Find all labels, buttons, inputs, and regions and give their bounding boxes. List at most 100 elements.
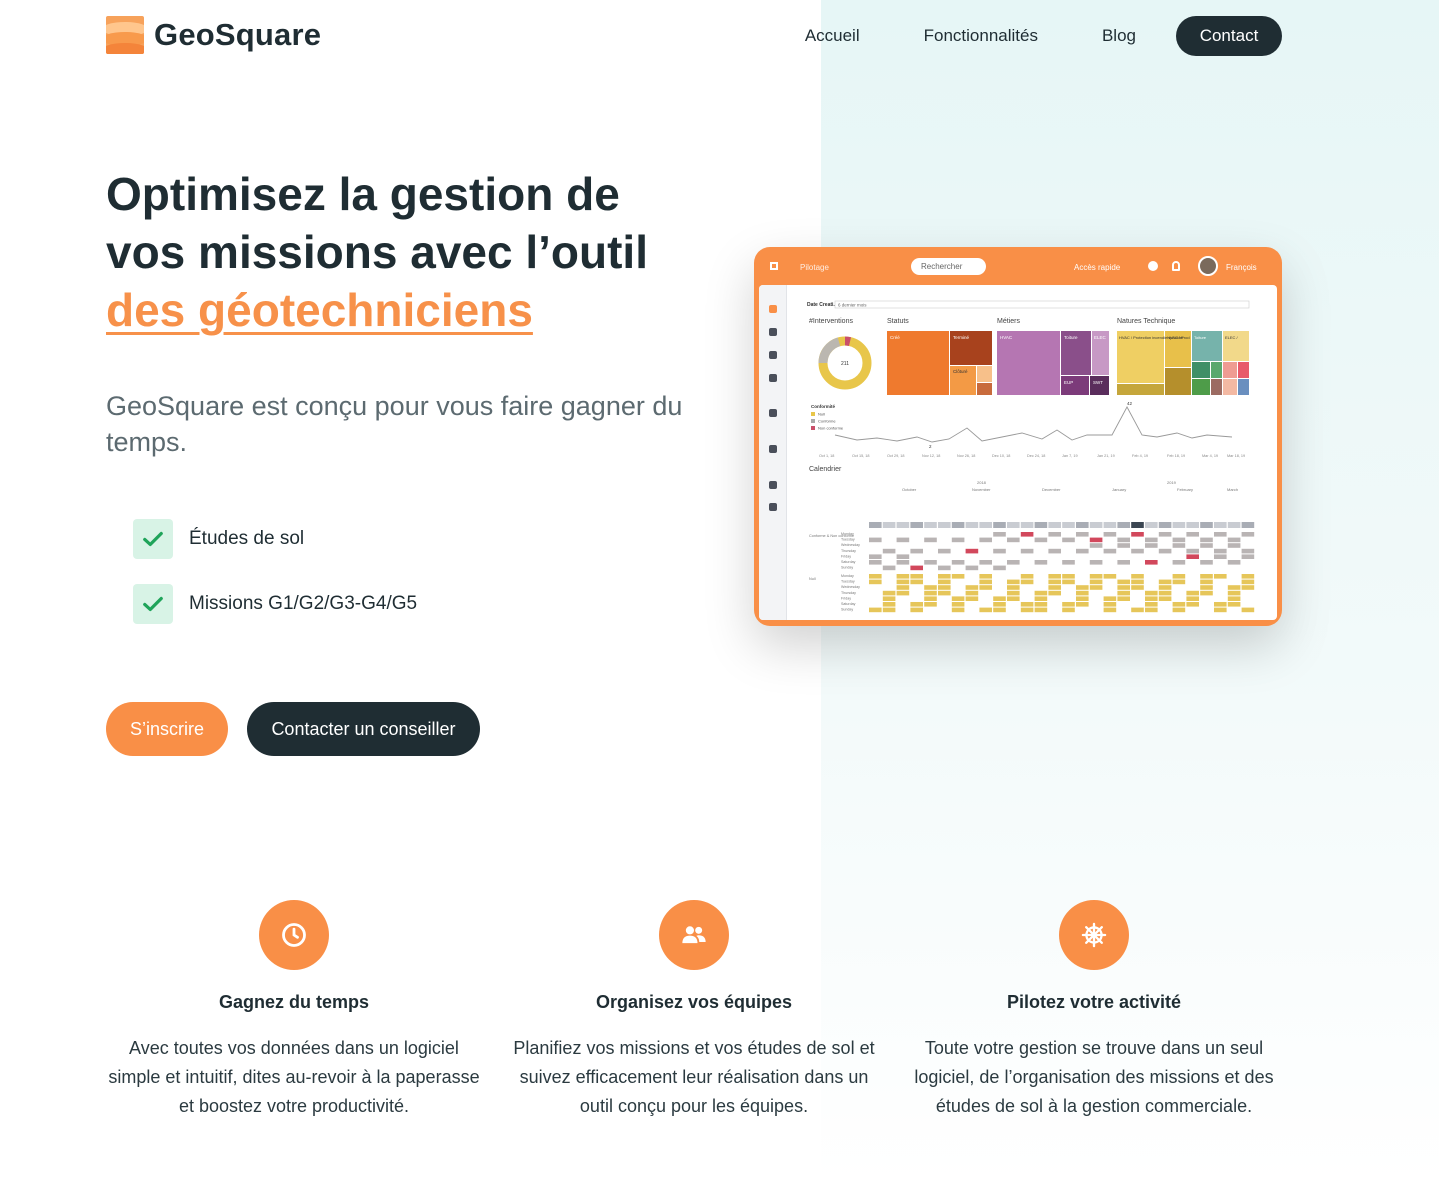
axis-tick: Jan 21, 19 bbox=[1097, 454, 1115, 458]
calendar-cell bbox=[993, 565, 1006, 571]
weekday-label: Tuesday bbox=[841, 538, 855, 542]
calendar-cell bbox=[979, 607, 992, 613]
weekday-label: Thursday bbox=[841, 549, 856, 553]
calendar-cell bbox=[938, 579, 951, 585]
helm-icon bbox=[1059, 900, 1129, 970]
calendar-cell bbox=[1227, 585, 1241, 590]
home-icon bbox=[769, 305, 777, 313]
calendar-cell bbox=[910, 548, 923, 554]
calendar-cell bbox=[1020, 532, 1034, 537]
calendar-cell bbox=[1048, 585, 1061, 590]
nav-fonctionnalites[interactable]: Fonctionnalités bbox=[924, 26, 1038, 46]
calendar-cell bbox=[1076, 548, 1089, 554]
calendar-cell bbox=[1227, 590, 1241, 596]
calendar-cell bbox=[896, 554, 910, 559]
panel-title: #Interventions bbox=[809, 318, 853, 325]
panel-title: Statuts bbox=[887, 318, 909, 325]
week-total-cell bbox=[1172, 522, 1186, 528]
calendar-cell bbox=[1200, 537, 1213, 543]
weekday-label: Monday bbox=[841, 532, 854, 536]
calendar-cell bbox=[1007, 579, 1020, 585]
week-total-cell bbox=[1241, 522, 1255, 528]
calendar-cell bbox=[1145, 607, 1158, 613]
calendar-cell bbox=[1158, 579, 1172, 585]
calendar-cell bbox=[869, 554, 882, 559]
calendar-cell bbox=[896, 590, 910, 596]
nav-blog[interactable]: Blog bbox=[1102, 26, 1136, 46]
calendar-cell bbox=[1034, 537, 1048, 543]
feature-card: Gagnez du temps Avec toutes vos données … bbox=[104, 900, 484, 1121]
feature-title: Gagnez du temps bbox=[218, 992, 370, 1012]
calendar-cell bbox=[965, 596, 979, 601]
user-icon bbox=[769, 328, 777, 336]
hero-title-line1: Optimisez la gestion de bbox=[106, 168, 620, 220]
wrench-icon bbox=[769, 503, 777, 511]
calendar-cell bbox=[1145, 543, 1158, 548]
calendar-month: February bbox=[1177, 487, 1193, 492]
week-total-cell bbox=[882, 522, 896, 528]
axis-tick: Dec 10, 18 bbox=[992, 454, 1010, 458]
calendar-cell bbox=[979, 537, 992, 543]
calendar-cell bbox=[882, 590, 896, 596]
calendar-cell bbox=[896, 585, 910, 590]
calendar-cell bbox=[924, 537, 937, 543]
feature-title: Organisez vos équipes bbox=[595, 992, 793, 1012]
calendar-cell bbox=[1034, 560, 1048, 565]
week-total-cell bbox=[1200, 522, 1213, 528]
calendar-cell bbox=[1103, 596, 1117, 601]
calendar-cell bbox=[1158, 532, 1172, 537]
axis-tick: Nov 12, 18 bbox=[922, 454, 940, 458]
calendar-cell bbox=[965, 565, 979, 571]
calendar-cell bbox=[979, 579, 992, 585]
timeline-axis: Oct 1, 18 Oct 15, 18 Oct 29, 18 Nov 12, … bbox=[819, 454, 1245, 458]
calendar-cell bbox=[993, 596, 1006, 601]
users-icon bbox=[659, 900, 729, 970]
calendar-cell bbox=[993, 548, 1006, 554]
check-icon bbox=[133, 519, 173, 559]
weekday-label: Friday bbox=[841, 596, 851, 600]
gears-icon bbox=[769, 445, 777, 453]
treemap-label: ELEC / bbox=[1225, 335, 1239, 340]
calendar-cell bbox=[1200, 579, 1213, 585]
week-total-cell bbox=[1034, 522, 1048, 528]
calendar-year: 2019 bbox=[1167, 480, 1177, 485]
calendar-cell bbox=[1186, 548, 1199, 554]
panel-title: Natures Technique bbox=[1117, 318, 1175, 325]
calendar-cell bbox=[1172, 560, 1186, 565]
contact-advisor-button[interactable]: Contacter un conseiller bbox=[247, 702, 480, 756]
calendar-cell bbox=[1076, 602, 1089, 607]
dashboard-search: Rechercher bbox=[911, 258, 986, 275]
calendar-cell bbox=[869, 560, 882, 565]
calendar-cell bbox=[1048, 574, 1061, 579]
weekday-label: Thursday bbox=[841, 591, 856, 595]
calendar-cell bbox=[1227, 596, 1241, 601]
calendar-cell bbox=[1089, 585, 1103, 590]
calendar-cell bbox=[1076, 590, 1089, 596]
legend-item: Null bbox=[818, 412, 825, 417]
weekday-label: Friday bbox=[841, 554, 851, 558]
calendar-cell bbox=[1117, 596, 1130, 601]
calendar-cell bbox=[1200, 574, 1213, 579]
calendar-cell bbox=[1131, 574, 1144, 579]
calendar-cell bbox=[896, 574, 910, 579]
calendar-cell bbox=[965, 585, 979, 590]
checklist-label: Missions G1/G2/G3-G4/G5 bbox=[189, 593, 418, 614]
dashboard-graphics: Date Creati.. 6 dernier mois #Interventi… bbox=[807, 300, 1255, 613]
calendar-cell bbox=[1131, 607, 1144, 613]
calendar-cell bbox=[1117, 560, 1130, 565]
calendar-cell bbox=[1034, 596, 1048, 601]
week-total-cell bbox=[1020, 522, 1034, 528]
calendar-cell bbox=[1034, 590, 1048, 596]
calendar-cell bbox=[882, 596, 896, 601]
user-name: François bbox=[1226, 263, 1257, 272]
calendar-cell bbox=[1241, 548, 1255, 554]
dashboard-topbar: Pilotage Rechercher Accès rapide Françoi… bbox=[754, 247, 1282, 285]
calendar-cell bbox=[1145, 596, 1158, 601]
nav-contact-button[interactable]: Contact bbox=[1176, 16, 1282, 56]
nav-accueil[interactable]: Accueil bbox=[805, 26, 860, 46]
calendar-cell bbox=[1103, 532, 1117, 537]
brand-logo[interactable]: GeoSquare bbox=[106, 16, 321, 54]
calendar-cell bbox=[1186, 532, 1199, 537]
signup-button[interactable]: S’inscrire bbox=[106, 702, 228, 756]
calendar-cell bbox=[1020, 602, 1034, 607]
